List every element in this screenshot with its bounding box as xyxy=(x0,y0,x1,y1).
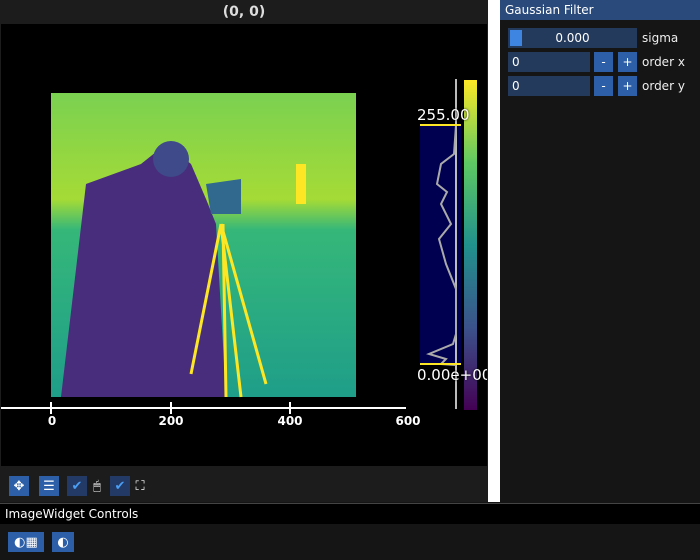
mouse-icon: 🖱 xyxy=(93,478,101,494)
panel-title: ImageWidget Controls xyxy=(0,504,700,524)
slider-handle[interactable] xyxy=(510,30,522,46)
x-tick-label: 400 xyxy=(277,414,303,428)
x-tick-label: 0 xyxy=(47,414,57,428)
contrast-film-icon: ◐▦ xyxy=(14,534,38,550)
plot-svg xyxy=(1,79,477,414)
align-center-icon: ☰ xyxy=(43,478,55,494)
splitter[interactable] xyxy=(488,0,500,502)
order-x-label: order x xyxy=(642,55,685,69)
histogram[interactable] xyxy=(420,79,461,409)
sigma-label: sigma xyxy=(642,31,679,45)
center-button[interactable]: ☰ xyxy=(39,476,59,496)
window-title: (0, 0) xyxy=(222,4,266,20)
image-widget-panel: (0, 0) 255.00 0.00e+00 0 200 400 600 ✥ ☰… xyxy=(0,0,488,502)
order-y-minus-button[interactable]: - xyxy=(594,76,613,96)
gaussian-filter-panel: Gaussian Filter 0.000 sigma 0 - + order … xyxy=(500,0,700,502)
order-x-minus-button[interactable]: - xyxy=(594,52,613,72)
expand-icon: ✥ xyxy=(13,478,25,494)
contrast-icon: ◐ xyxy=(57,534,69,550)
sigma-slider[interactable]: 0.000 xyxy=(508,28,637,48)
x-tick-label: 200 xyxy=(158,414,184,428)
contrast-button[interactable]: ◐ xyxy=(52,532,74,552)
order-y-input[interactable]: 0 xyxy=(508,76,590,96)
sigma-value: 0.000 xyxy=(555,31,590,45)
panel-title: Gaussian Filter xyxy=(500,0,700,20)
order-y-plus-button[interactable]: + xyxy=(618,76,637,96)
image xyxy=(51,93,356,398)
x-axis xyxy=(1,402,406,414)
fullscreen-toggle-checkbox[interactable]: ✔ xyxy=(110,476,130,496)
order-y-label: order y xyxy=(642,79,685,93)
contrast-histogram-button[interactable]: ◐▦ xyxy=(8,532,44,552)
histogram-min-label: 0.00e+00 xyxy=(417,366,487,384)
fullscreen-icon: ⛶ xyxy=(135,478,145,494)
colorbar xyxy=(464,80,477,410)
imagewidget-controls-panel: ImageWidget Controls ◐▦ ◐ xyxy=(0,503,700,560)
order-x-plus-button[interactable]: + xyxy=(618,52,637,72)
plot-canvas[interactable]: 255.00 0.00e+00 xyxy=(1,24,487,466)
order-x-input[interactable]: 0 xyxy=(508,52,590,72)
reset-view-button[interactable]: ✥ xyxy=(9,476,29,496)
histogram-max-label: 255.00 xyxy=(417,106,470,124)
mouse-toggle-checkbox[interactable]: ✔ xyxy=(67,476,87,496)
checkbox-checked-icon: ✔ xyxy=(114,478,126,494)
checkbox-checked-icon: ✔ xyxy=(71,478,83,494)
x-tick-label: 600 xyxy=(395,414,421,428)
